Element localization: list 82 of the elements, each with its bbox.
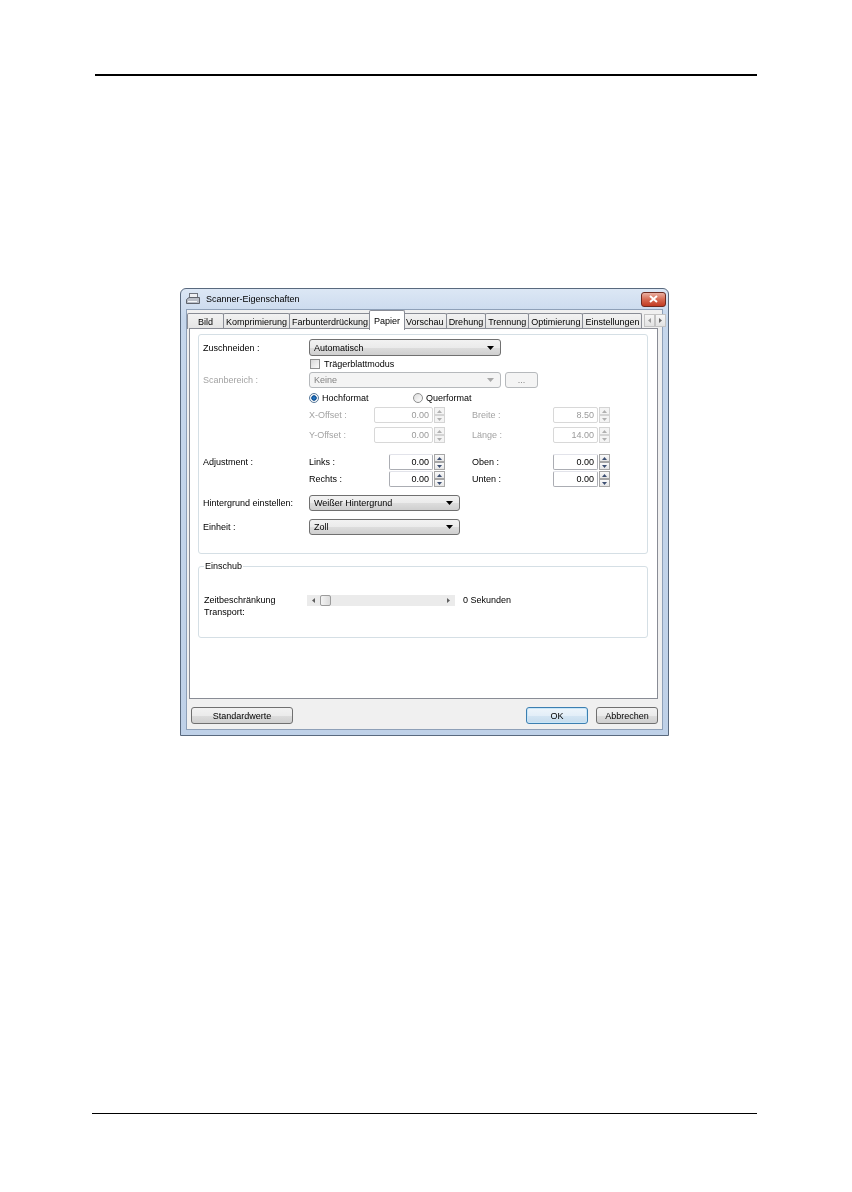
down-arrow-icon <box>602 437 607 441</box>
down-arrow-icon <box>437 417 442 421</box>
left-arrow-icon <box>312 598 315 603</box>
tab[interactable]: Optimierung <box>528 313 584 329</box>
up-arrow-icon <box>602 473 607 477</box>
window-title: Scanner-Eigenschaften <box>206 294 301 304</box>
field-label: Zuschneiden : <box>203 342 261 353</box>
crop-dropdown[interactable]: Automatisch <box>309 339 501 356</box>
field-label: Breite : <box>472 410 502 420</box>
down-arrow-icon <box>602 464 607 468</box>
caret-icon <box>487 378 494 382</box>
tab[interactable]: Bild <box>187 313 224 329</box>
scroll-right-button[interactable] <box>442 595 455 606</box>
up-arrow-icon <box>437 429 442 433</box>
spin-up-button[interactable] <box>599 454 610 462</box>
field-label: Unten : <box>472 474 503 484</box>
caret-icon <box>487 345 494 350</box>
down-arrow-icon <box>602 481 607 485</box>
left-arrow-icon <box>648 318 652 323</box>
radio-label[interactable]: Hochformat <box>322 392 369 403</box>
spin-down-button[interactable] <box>599 479 610 487</box>
field-label: Hintergrund einstellen: <box>203 498 295 508</box>
down-arrow-icon <box>437 464 442 468</box>
spin-down-button[interactable] <box>434 479 445 487</box>
up-arrow-icon <box>602 456 607 460</box>
up-arrow-icon <box>602 429 607 433</box>
field-label: X-Offset : <box>309 410 347 420</box>
tab[interactable]: Papier <box>369 310 406 330</box>
checkbox[interactable] <box>310 358 320 369</box>
tab-scroll-left-button[interactable] <box>644 314 656 327</box>
field-label: Rechts : <box>309 474 342 484</box>
tab[interactable]: Vorschau <box>403 313 447 329</box>
field-label: Links : <box>309 457 335 467</box>
radio-label[interactable]: Querformat <box>426 392 472 403</box>
spin-down-button[interactable] <box>599 462 610 470</box>
dialog-button[interactable]: Abbrechen <box>596 707 658 724</box>
down-arrow-icon <box>437 437 442 441</box>
field-label: Länge : <box>472 430 504 440</box>
field-label: Einheit : <box>203 522 237 532</box>
number-field[interactable]: 0.00 <box>389 454 433 470</box>
up-arrow-icon <box>437 473 442 477</box>
field-label: Zeitbeschränkung Transport: <box>204 594 277 618</box>
tab[interactable]: Komprimierung <box>223 313 291 329</box>
radio-button[interactable] <box>413 392 423 403</box>
spin-up-button[interactable] <box>599 471 610 479</box>
caret-icon <box>446 501 453 505</box>
down-arrow-icon <box>437 481 442 485</box>
right-arrow-icon <box>659 318 663 323</box>
radio-button[interactable] <box>309 392 319 403</box>
tab[interactable]: Einstellungen <box>582 313 643 329</box>
background-dropdown[interactable]: Weißer Hintergrund <box>309 495 460 511</box>
number-field[interactable]: 0.00 <box>553 471 598 487</box>
spin-up-button[interactable] <box>434 454 445 462</box>
number-field[interactable]: 0.00 <box>553 454 598 470</box>
number-field[interactable]: 0.00 <box>389 471 433 487</box>
spin-up-button[interactable] <box>434 471 445 479</box>
slider-value: 0 Sekunden <box>463 595 512 605</box>
field-label: Oben : <box>472 457 501 467</box>
tab[interactable]: Trennung <box>485 313 530 329</box>
unit-dropdown[interactable]: Zoll <box>309 519 460 535</box>
tab-scroll-right-button[interactable] <box>655 314 667 327</box>
close-button[interactable] <box>641 291 666 307</box>
checkbox-label[interactable]: Trägerblattmodus <box>324 358 395 369</box>
field-label: Scanbereich : <box>203 375 260 385</box>
down-arrow-icon <box>602 417 607 421</box>
up-arrow-icon <box>437 409 442 413</box>
field-label: Y-Offset : <box>309 430 347 440</box>
up-arrow-icon <box>437 456 442 460</box>
dialog-button[interactable]: OK <box>526 707 588 724</box>
dialog-button[interactable]: Standardwerte <box>191 707 293 724</box>
tab[interactable]: Drehung <box>445 313 487 329</box>
caret-icon <box>446 525 453 529</box>
field-label: Adjustment : <box>203 457 255 467</box>
tab[interactable]: Farbunterdrückung <box>289 313 372 329</box>
group-title: Einschub <box>204 561 244 571</box>
scroll-left-button[interactable] <box>307 595 320 606</box>
printer-icon <box>186 293 200 305</box>
slider-thumb[interactable] <box>320 595 331 606</box>
spin-down-button[interactable] <box>434 462 445 470</box>
close-icon <box>649 295 658 303</box>
right-arrow-icon <box>447 598 450 603</box>
up-arrow-icon <box>602 409 607 413</box>
